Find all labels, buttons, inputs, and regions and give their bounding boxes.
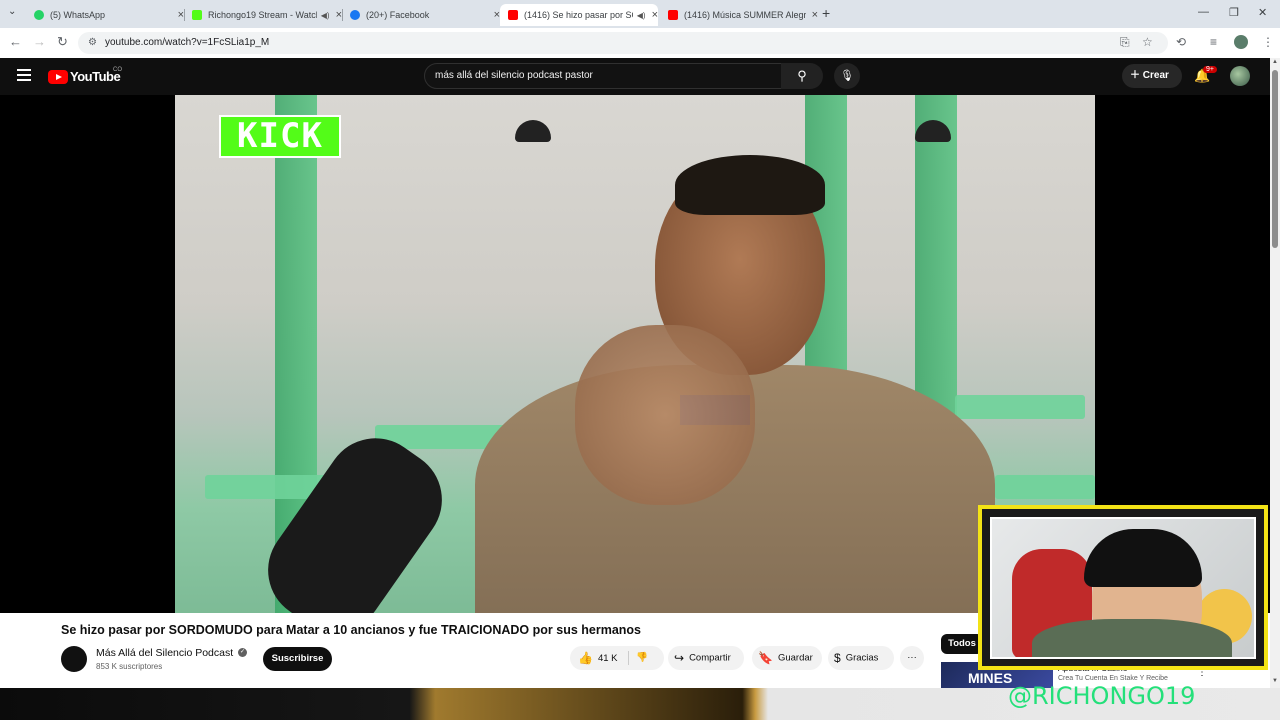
ad-subtitle: Crea Tu Cuenta En Stake Y Recibe	[1058, 675, 1168, 682]
address-bar[interactable]: ⚙ youtube.com/watch?v=1FcSLia1p_M	[78, 32, 1168, 54]
install-app-icon[interactable]: ⎘	[1120, 35, 1130, 50]
like-dislike-group: 👍 41 K 👎	[570, 646, 664, 670]
maximize-icon[interactable]: ❐	[1229, 6, 1239, 19]
search-value: más allá del silencio podcast pastor	[435, 70, 593, 81]
kick-icon	[192, 10, 202, 20]
share-button[interactable]: ↪ Compartir	[668, 646, 744, 670]
bookmark-icon: 🔖	[758, 651, 773, 665]
thanks-button[interactable]: $ Gracias	[828, 646, 894, 670]
youtube-logo[interactable]: YouTube	[48, 69, 121, 84]
minimize-icon[interactable]: —	[1198, 6, 1209, 18]
youtube-icon	[508, 10, 518, 20]
tab-whatsapp[interactable]: (5) WhatsApp ×	[26, 4, 184, 26]
youtube-play-icon	[48, 69, 68, 84]
person-hair	[675, 155, 825, 215]
whatsapp-icon	[34, 10, 44, 20]
close-tab-icon[interactable]: ×	[652, 9, 658, 21]
share-label: Compartir	[689, 652, 731, 664]
forward-icon[interactable]: →	[33, 34, 46, 49]
tab-title: Richongo19 Stream - Watch	[208, 10, 317, 20]
scrollbar-thumb[interactable]	[1272, 70, 1278, 248]
create-label: Crear	[1142, 70, 1169, 81]
subscriber-count: 853 K suscriptores	[96, 662, 163, 671]
page-scrollbar[interactable]: ▲ ▼	[1270, 58, 1280, 688]
like-button[interactable]: 👍 41 K	[578, 651, 618, 665]
profile-avatar[interactable]	[1234, 35, 1248, 49]
streamer-handle: @RICHONGO19	[1008, 682, 1196, 710]
media-controls-icon[interactable]: ≡	[1210, 35, 1217, 49]
ceiling-lamp	[515, 120, 551, 142]
create-button[interactable]: ＋ Crear	[1122, 64, 1182, 88]
youtube-header: YouTube CO más allá del silencio podcast…	[0, 58, 1280, 95]
video-title: Se hizo pasar por SORDOMUDO para Matar a…	[61, 623, 641, 637]
super-thanks-icon: $	[834, 651, 841, 665]
scroll-up-icon[interactable]: ▲	[1272, 59, 1278, 65]
site-info-icon[interactable]: ⚙	[88, 37, 97, 48]
thumbs-down-icon[interactable]: 👎	[636, 646, 648, 670]
bookmark-star-icon[interactable]: ☆	[1142, 35, 1153, 49]
menu-kebab-icon[interactable]: ⋮	[1262, 35, 1274, 49]
tab-title: (20+) Facebook	[366, 10, 430, 20]
kick-logo-overlay: KICK	[219, 115, 341, 158]
facebook-icon	[350, 10, 360, 20]
scroll-down-icon[interactable]: ▼	[1272, 678, 1278, 684]
save-button[interactable]: 🔖 Guardar	[752, 646, 822, 670]
video-player[interactable]	[175, 95, 1095, 613]
tab-title: (1416) Se hizo pasar por SO	[524, 10, 633, 20]
webcam-overlay	[978, 505, 1268, 670]
tab-strip: ⌄ (5) WhatsApp × Richongo19 Stream - Wat…	[0, 0, 1280, 28]
verified-check-icon: ✓	[238, 648, 247, 657]
speaker-icon: ◀)	[636, 10, 646, 20]
hamburger-menu-icon[interactable]	[17, 69, 31, 84]
filter-chip-todos[interactable]: Todos	[941, 634, 983, 654]
scene-bench	[955, 395, 1085, 419]
thanks-label: Gracias	[845, 652, 879, 664]
account-avatar[interactable]	[1230, 66, 1250, 86]
scene-bench	[995, 475, 1095, 499]
microphone-icon[interactable]: 🎙	[834, 63, 860, 89]
channel-name[interactable]: Más Allá del Silencio Podcast	[96, 647, 233, 659]
search-icon[interactable]: ⚲	[781, 63, 823, 89]
history-icon[interactable]: ⟲	[1176, 35, 1186, 49]
notification-badge: 9+	[1203, 66, 1217, 73]
share-arrow-icon: ↪	[674, 651, 685, 665]
save-label: Guardar	[777, 652, 813, 664]
tab-kick-stream[interactable]: Richongo19 Stream - Watch ◀) ×	[184, 4, 342, 26]
streamer-cap	[1084, 529, 1202, 587]
streamer-shirt	[1032, 619, 1232, 657]
channel-avatar[interactable]	[61, 646, 87, 672]
tab-title: (1416) Música SUMMER Alegre	[684, 10, 806, 20]
like-count: 41 K	[597, 652, 618, 664]
webcam-feed	[990, 517, 1256, 659]
close-tab-icon[interactable]: ×	[812, 9, 818, 21]
browser-toolbar: ← → ↻ ⚙ youtube.com/watch?v=1FcSLia1p_M …	[0, 28, 1280, 58]
new-tab-icon[interactable]: +	[822, 5, 830, 21]
country-code: CO	[113, 67, 122, 73]
url-text: youtube.com/watch?v=1FcSLia1p_M	[105, 37, 270, 48]
reload-icon[interactable]: ↻	[57, 34, 68, 50]
speaker-icon: ◀)	[320, 10, 330, 20]
back-icon[interactable]: ←	[9, 34, 22, 49]
thumbs-up-icon: 👍	[578, 651, 593, 665]
subscribe-button[interactable]: Suscribirse	[263, 647, 332, 671]
person-hands	[575, 325, 755, 505]
search-input[interactable]: más allá del silencio podcast pastor	[424, 63, 782, 89]
tab-youtube-active[interactable]: (1416) Se hizo pasar por SO ◀) ×	[500, 4, 658, 26]
tab-title: (5) WhatsApp	[50, 10, 106, 20]
tab-facebook[interactable]: (20+) Facebook ×	[342, 4, 500, 26]
more-actions-icon[interactable]: ···	[900, 646, 924, 670]
tab-search-icon[interactable]: ⌄	[8, 6, 16, 17]
tab-youtube-music[interactable]: (1416) Música SUMMER Alegre ×	[660, 4, 818, 26]
close-window-icon[interactable]: ✕	[1258, 6, 1267, 19]
plus-icon: ＋	[1130, 70, 1140, 81]
youtube-icon	[668, 10, 678, 20]
